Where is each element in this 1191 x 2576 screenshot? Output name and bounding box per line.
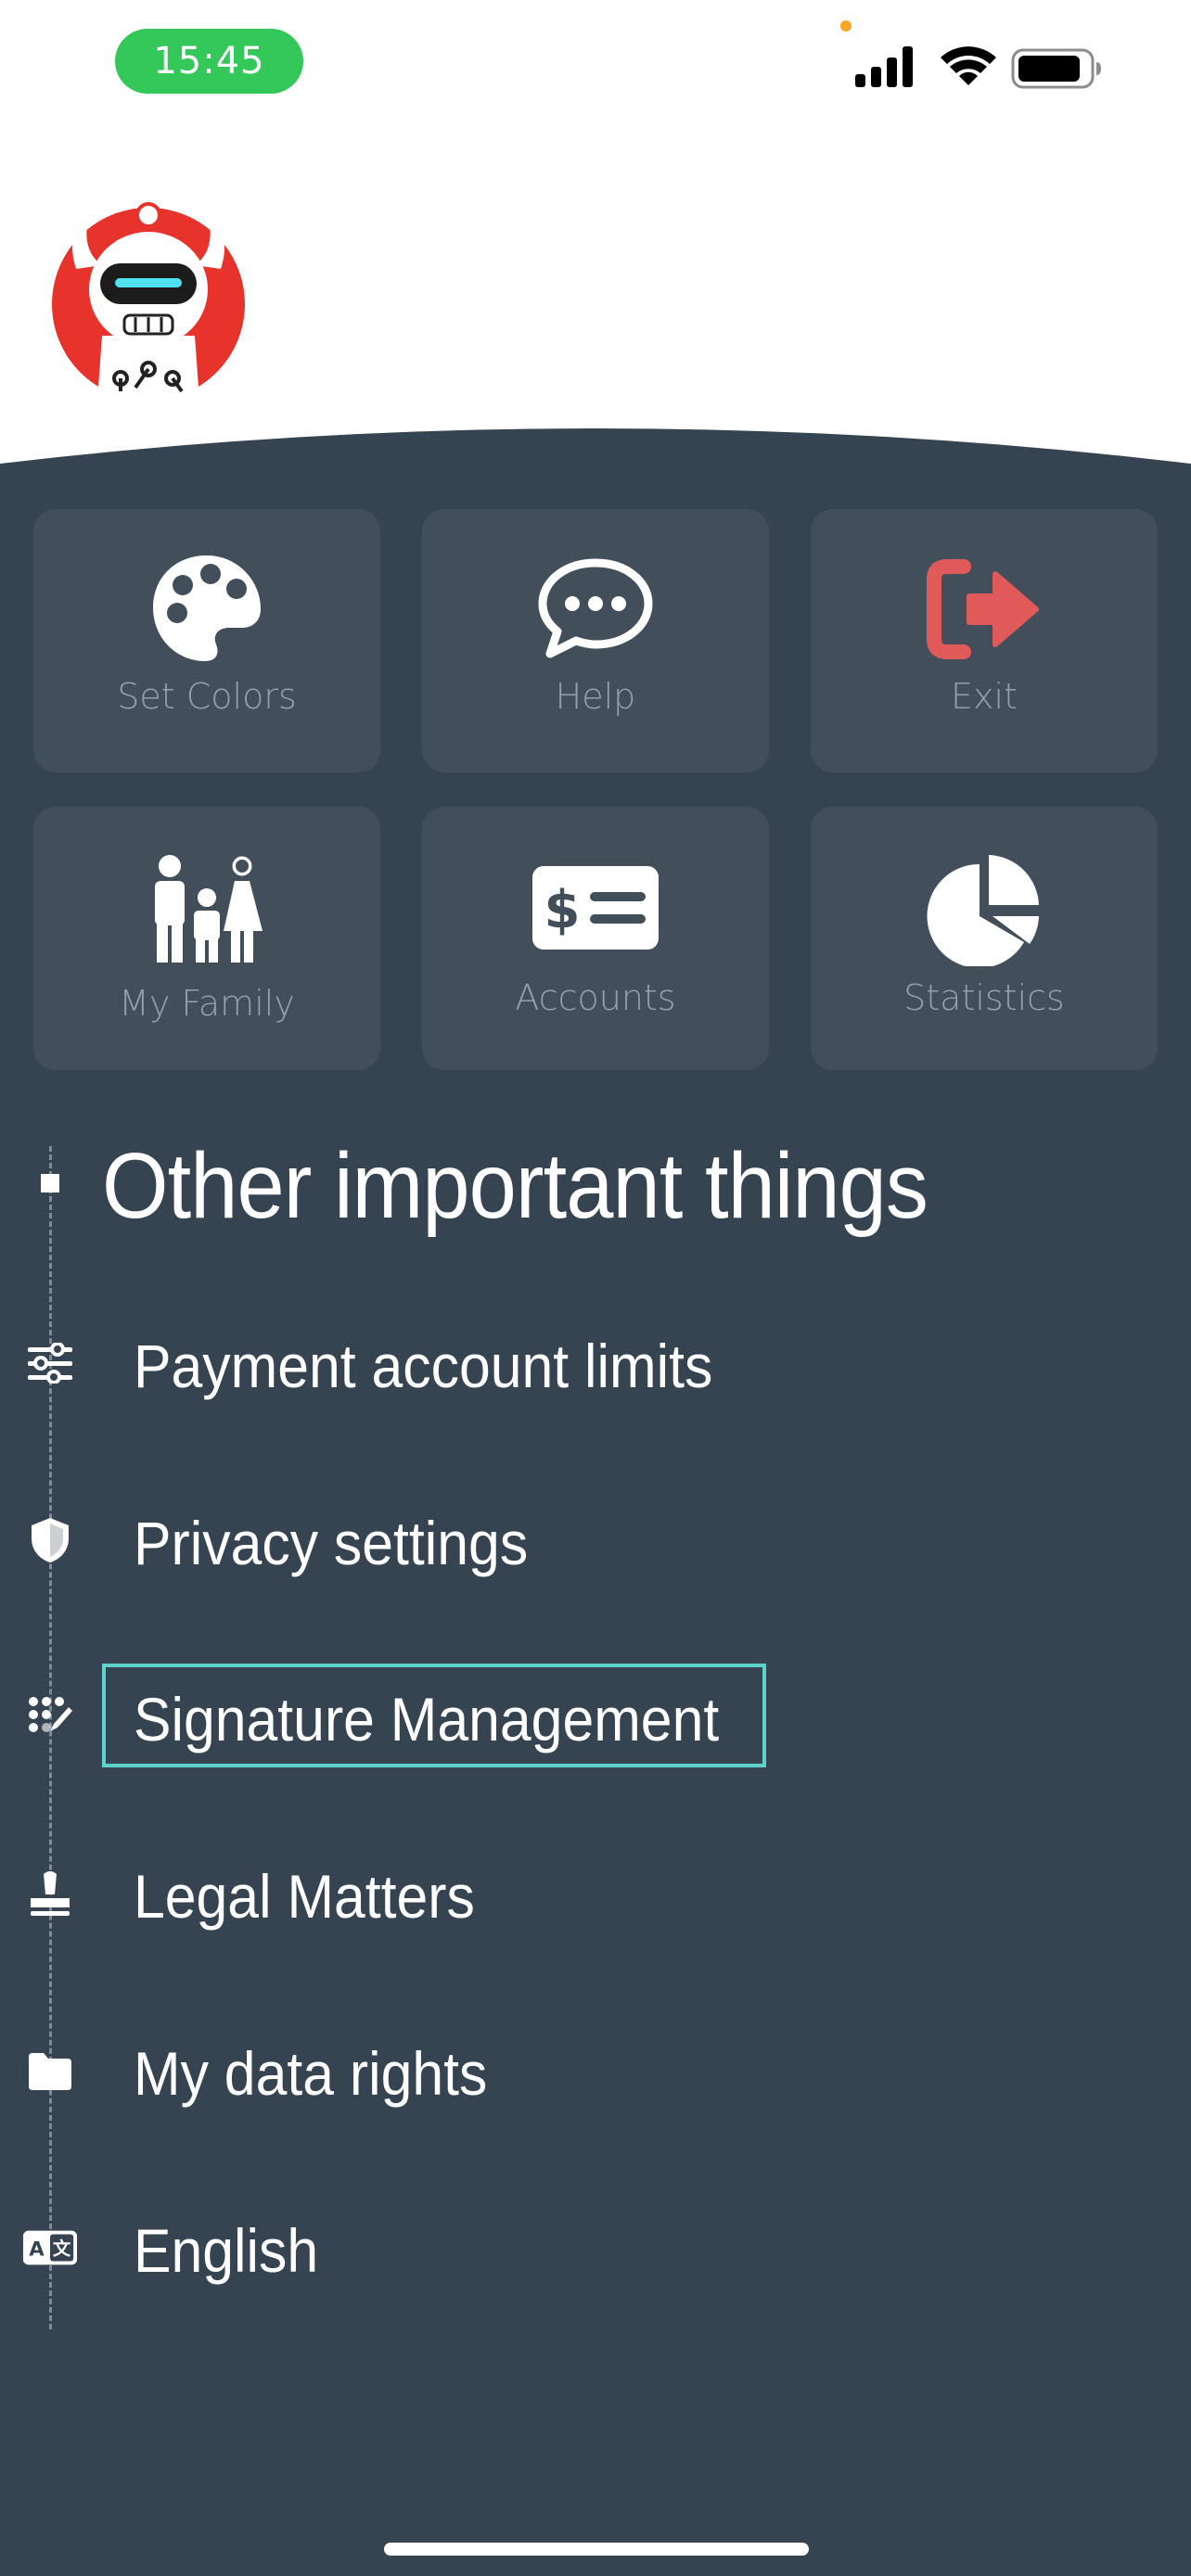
menu-item-english[interactable]: A 文 English xyxy=(0,2197,1191,2299)
tile-label: My Family xyxy=(119,983,295,1024)
menu-item-legal-matters[interactable]: Legal Matters xyxy=(0,1843,1191,1945)
shield-icon xyxy=(32,1518,69,1562)
svg-text:文: 文 xyxy=(53,2238,71,2260)
menu-item-label: Legal Matters xyxy=(134,1862,475,1931)
stamp-icon xyxy=(31,1871,70,1916)
pie-chart-icon xyxy=(927,855,1039,966)
accounts-tile[interactable]: $ Accounts xyxy=(422,807,769,1070)
cellular-signal-icon xyxy=(855,46,913,87)
menu-item-label: English xyxy=(134,2216,319,2285)
menu-item-label: Privacy settings xyxy=(134,1509,529,1577)
panel-curve xyxy=(0,421,1191,464)
timeline-marker xyxy=(41,1174,59,1192)
menu-item-my-data-rights[interactable]: My data rights xyxy=(0,2020,1191,2122)
wifi-icon xyxy=(941,46,996,85)
tile-label: Exit xyxy=(951,676,1018,717)
svg-text:$: $ xyxy=(544,880,581,940)
tile-label: Set Colors xyxy=(117,676,297,717)
sliders-icon xyxy=(28,1343,72,1384)
my-family-tile[interactable]: My Family xyxy=(33,807,380,1070)
tile-label: Help xyxy=(555,676,636,717)
svg-text:A: A xyxy=(29,2238,45,2262)
exit-tile[interactable]: Exit xyxy=(811,509,1158,772)
section-title: Other important things xyxy=(102,1134,928,1238)
status-icons xyxy=(853,45,1132,95)
sign-out-icon xyxy=(927,559,1039,659)
menu-item-label: Signature Management xyxy=(134,1685,720,1753)
tile-label: Accounts xyxy=(515,977,676,1018)
palette-icon xyxy=(153,555,261,661)
status-time: 15:45 xyxy=(115,29,303,94)
money-check-icon: $ xyxy=(532,866,659,950)
battery-icon xyxy=(1011,48,1101,89)
menu-item-label: Payment account limits xyxy=(134,1332,713,1400)
menu-item-payment-account-limits[interactable]: Payment account limits xyxy=(0,1312,1191,1414)
chat-bubble-icon xyxy=(538,558,653,658)
menu-item-privacy-settings[interactable]: Privacy settings xyxy=(0,1489,1191,1591)
statistics-tile[interactable]: Statistics xyxy=(811,807,1158,1070)
robot-avatar-logo[interactable] xyxy=(46,197,250,401)
language-icon: A 文 xyxy=(22,2230,78,2265)
family-icon xyxy=(155,853,263,963)
status-bar: 15:45 xyxy=(0,0,1191,121)
home-indicator[interactable] xyxy=(384,2543,809,2556)
menu-item-signature-management[interactable]: Signature Management xyxy=(0,1665,1191,1767)
privacy-indicator-dot xyxy=(840,20,852,32)
menu-item-label: My data rights xyxy=(134,2039,488,2108)
help-tile[interactable]: Help xyxy=(422,509,769,772)
tile-label: Statistics xyxy=(903,977,1065,1018)
set-colors-tile[interactable]: Set Colors xyxy=(33,509,380,772)
signature-icon xyxy=(29,1697,72,1732)
folder-icon xyxy=(29,2053,71,2090)
